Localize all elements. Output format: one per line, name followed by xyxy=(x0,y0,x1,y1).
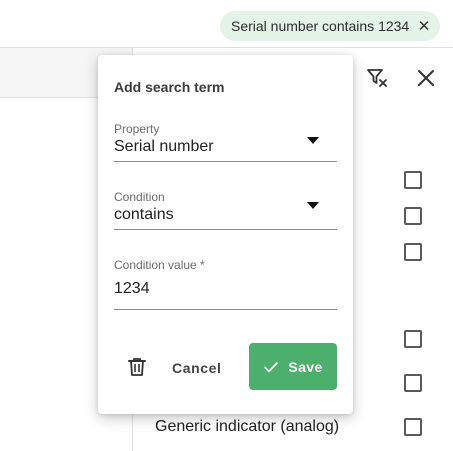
close-icon[interactable]: ✕ xyxy=(412,17,436,35)
dropdown-arrow-icon[interactable] xyxy=(307,202,319,209)
property-select[interactable]: Property Serial number xyxy=(114,122,337,162)
condition-label: Condition xyxy=(114,190,165,204)
close-icon[interactable] xyxy=(414,66,438,90)
filter-chip-label: Serial number contains 1234 xyxy=(231,18,410,34)
active-filter-chip[interactable]: Serial number contains 1234 ✕ xyxy=(220,11,440,41)
row-checkbox[interactable] xyxy=(404,330,422,348)
condition-value-field[interactable]: Condition value * 1234 xyxy=(114,258,337,310)
condition-select[interactable]: Condition contains xyxy=(114,190,337,230)
property-value: Serial number xyxy=(114,138,214,155)
save-button[interactable]: Save xyxy=(249,343,337,390)
row-checkbox[interactable] xyxy=(404,207,422,225)
property-label: Property xyxy=(114,122,160,136)
dropdown-arrow-icon[interactable] xyxy=(307,137,319,144)
condition-value-label: Condition value * xyxy=(114,258,205,272)
list-item-label: Generic indicator (analog) xyxy=(155,418,340,435)
row-checkbox[interactable] xyxy=(404,374,422,392)
check-icon xyxy=(264,361,279,372)
trash-icon[interactable] xyxy=(125,355,149,379)
row-checkbox[interactable] xyxy=(404,171,422,189)
condition-underline xyxy=(114,229,337,230)
condition-value-input[interactable]: 1234 xyxy=(114,280,337,298)
popover-title: Add search term xyxy=(114,79,225,95)
save-label: Save xyxy=(288,358,323,375)
row-checkbox[interactable] xyxy=(404,418,422,436)
cancel-button[interactable]: Cancel xyxy=(172,355,222,381)
condition-value-underline xyxy=(114,309,337,310)
condition-value: contains xyxy=(114,206,174,223)
row-checkbox[interactable] xyxy=(404,243,422,261)
property-underline xyxy=(114,161,337,162)
add-search-term-popover: Add search term Property Serial number C… xyxy=(98,55,353,414)
filter-clear-icon[interactable] xyxy=(365,66,389,90)
